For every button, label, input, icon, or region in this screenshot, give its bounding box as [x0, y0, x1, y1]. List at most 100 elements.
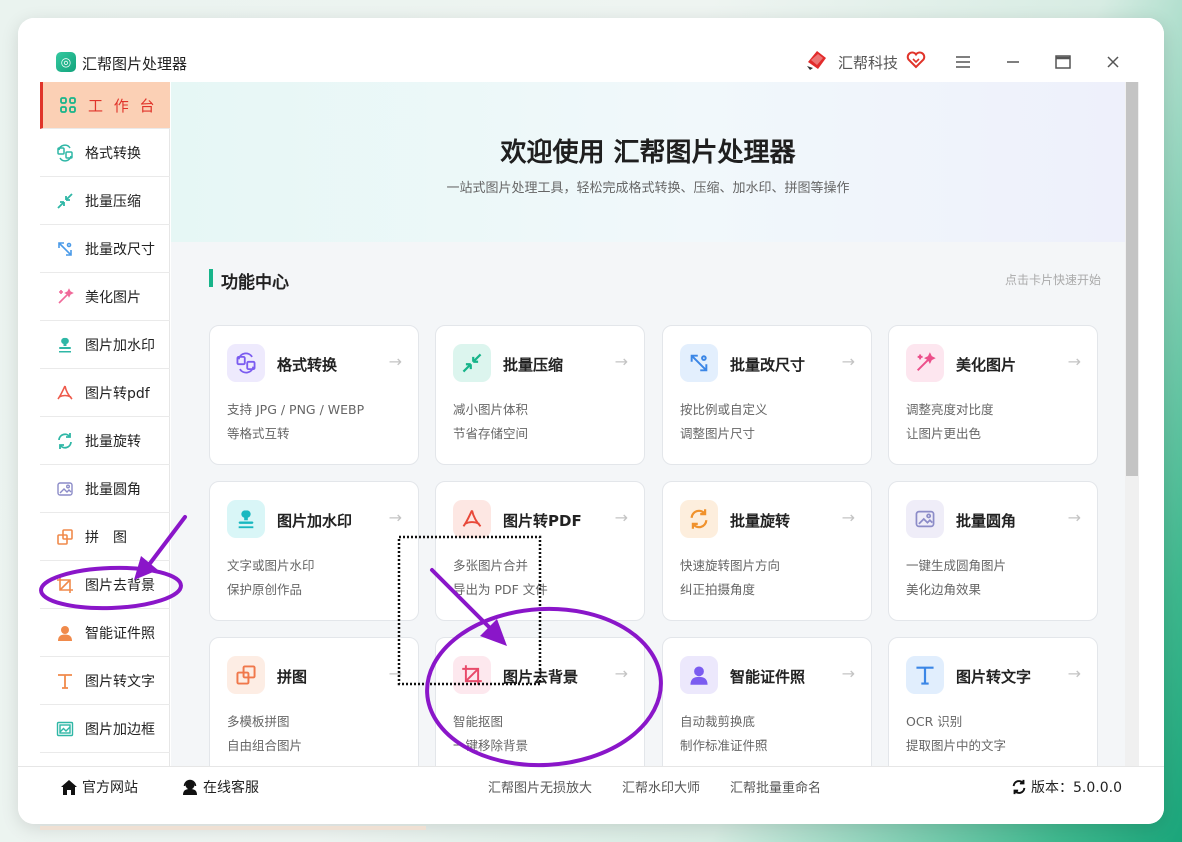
footer-link-watermark-master[interactable]: 汇帮水印大师 [622, 777, 700, 796]
card-to-pdf[interactable]: 图片转PDF → 多张图片合并 导出为 PDF 文件 [435, 481, 645, 621]
sidebar-item-format-convert[interactable]: 格式转换 [40, 130, 170, 177]
app-logo-icon: ◎ [56, 52, 76, 72]
arrow-right-icon: → [388, 352, 402, 371]
sidebar-item-label: 拼 图 [85, 530, 127, 546]
card-desc: 自动裁剪换底 [680, 714, 756, 729]
sidebar-item-label: 图片加水印 [85, 338, 155, 354]
card-compress[interactable]: 批量压缩 → 减小图片体积 节省存储空间 [435, 325, 645, 465]
card-desc: 自由组合图片 [227, 738, 303, 753]
maximize-icon[interactable] [1051, 50, 1075, 74]
card-desc: 支持 JPG / PNG / WEBP [227, 402, 365, 417]
sidebar-item-label: 图片转pdf [85, 386, 150, 402]
format-convert-icon [227, 344, 265, 382]
card-id-photo[interactable]: 智能证件照 → 自动裁剪换底 制作标准证件照 [662, 637, 872, 766]
card-puzzle[interactable]: 拼图 → 多模板拼图 自由组合图片 [209, 637, 419, 766]
arrow-right-icon: → [614, 352, 628, 371]
close-icon[interactable] [1101, 50, 1125, 74]
crop-icon [453, 656, 491, 694]
round-corner-icon [906, 500, 944, 538]
sidebar-item-label: 美化图片 [85, 290, 141, 306]
main-content: 欢迎使用 汇帮图片处理器 一站式图片处理工具，轻松完成格式转换、压缩、加水印、拼… [171, 82, 1125, 766]
border-icon [56, 721, 74, 737]
sidebar-item-label: 工 作 台 [88, 96, 158, 115]
app-title: 汇帮图片处理器 [82, 55, 188, 73]
brand-logo-icon [807, 51, 826, 70]
card-title: 图片转PDF [503, 512, 582, 530]
sidebar-item-id-photo[interactable]: 智能证件照 [40, 610, 170, 657]
app-window: ◎ 汇帮图片处理器 汇帮科技 工 作 台 格式转换 批量压缩 批量改尺寸 美化图… [18, 18, 1164, 824]
person-icon [58, 626, 72, 641]
sidebar-item-round-corner[interactable]: 批量圆角 [40, 466, 170, 513]
footer-bar: 官方网站 在线客服 汇帮图片无损放大 汇帮水印大师 汇帮批量重命名 版本：5.0… [18, 766, 1164, 824]
card-desc: OCR 识别 [906, 714, 963, 729]
card-desc: 多模板拼图 [227, 714, 290, 729]
card-format-convert[interactable]: 格式转换 → 支持 JPG / PNG / WEBP 等格式互转 [209, 325, 419, 465]
footer-link-upscale[interactable]: 汇帮图片无损放大 [488, 777, 592, 796]
card-title: 拼图 [277, 668, 308, 686]
vip-heart-icon[interactable] [906, 50, 926, 70]
sidebar-item-resize[interactable]: 批量改尺寸 [40, 226, 170, 273]
sidebar-item-watermark[interactable]: 图片加水印 [40, 322, 170, 369]
compress-icon [57, 193, 73, 209]
sidebar-item-compress[interactable]: 批量压缩 [40, 178, 170, 225]
arrow-right-icon: → [1067, 664, 1081, 683]
footer-link-batch-rename[interactable]: 汇帮批量重命名 [730, 777, 821, 796]
card-desc: 提取图片中的文字 [906, 738, 1007, 753]
arrow-right-icon: → [614, 508, 628, 527]
sidebar-item-beautify[interactable]: 美化图片 [40, 274, 170, 321]
sidebar-item-label: 图片转文字 [85, 674, 155, 690]
card-desc: 快速旋转图片方向 [680, 558, 781, 573]
card-title: 批量旋转 [730, 512, 791, 530]
card-rotate[interactable]: 批量旋转 → 快速旋转图片方向 纠正拍摄角度 [662, 481, 872, 621]
compress-icon [453, 344, 491, 382]
sidebar-item-to-pdf[interactable]: 图片转pdf [40, 370, 170, 417]
card-desc: 导出为 PDF 文件 [453, 582, 548, 597]
card-remove-bg[interactable]: 图片去背景 → 智能抠图 一键移除背景 [435, 637, 645, 766]
card-title: 美化图片 [956, 356, 1017, 374]
minimize-icon[interactable] [1001, 50, 1025, 74]
version-info[interactable]: 版本：5.0.0.0 [1011, 777, 1122, 797]
sidebar-item-label: 格式转换 [85, 146, 141, 162]
home-icon [61, 779, 77, 795]
sidebar-item-puzzle[interactable]: 拼 图 [40, 514, 170, 561]
scrollbar-thumb[interactable] [1126, 82, 1138, 476]
arrow-right-icon: → [388, 508, 402, 527]
card-desc: 保护原创作品 [227, 582, 303, 597]
card-beautify[interactable]: 美化图片 → 调整亮度对比度 让图片更出色 [888, 325, 1098, 465]
card-round-corner[interactable]: 批量圆角 → 一键生成圆角图片 美化边角效果 [888, 481, 1098, 621]
arrow-right-icon: → [841, 508, 855, 527]
sidebar-item-ocr[interactable]: 图片转文字 [40, 658, 170, 705]
official-website-link[interactable]: 官方网站 [60, 777, 138, 797]
sidebar-item-rotate[interactable]: 批量旋转 [40, 418, 170, 465]
card-desc: 美化边角效果 [906, 582, 982, 597]
sidebar-item-workbench[interactable]: 工 作 台 [40, 82, 170, 129]
main-scrollbar[interactable] [1125, 82, 1139, 766]
online-support-link[interactable]: 在线客服 [181, 777, 259, 797]
card-desc: 让图片更出色 [906, 426, 982, 441]
menu-icon[interactable] [951, 50, 975, 74]
sidebar: 工 作 台 格式转换 批量压缩 批量改尺寸 美化图片 图片加水印 图片转pdf [40, 82, 170, 766]
sidebar-item-remove-bg[interactable]: 图片去背景 [40, 562, 170, 609]
card-desc: 按比例或自定义 [680, 402, 768, 417]
card-desc: 纠正拍摄角度 [680, 582, 756, 597]
card-title: 图片去背景 [503, 668, 579, 686]
taskbar-strip [40, 826, 426, 830]
arrow-right-icon: → [614, 664, 628, 683]
refresh-icon [1012, 779, 1026, 795]
puzzle-icon [57, 529, 73, 545]
card-desc: 一键移除背景 [453, 738, 529, 753]
sidebar-item-border[interactable]: 图片加边框 [40, 706, 170, 753]
puzzle-icon [227, 656, 265, 694]
card-ocr[interactable]: 图片转文字 → OCR 识别 提取图片中的文字 [888, 637, 1098, 766]
card-desc: 减小图片体积 [453, 402, 529, 417]
version-label: 版本：5.0.0.0 [1031, 780, 1122, 796]
card-resize[interactable]: 批量改尺寸 → 按比例或自定义 调整图片尺寸 [662, 325, 872, 465]
card-watermark[interactable]: 图片加水印 → 文字或图片水印 保护原创作品 [209, 481, 419, 621]
arrow-right-icon: → [841, 664, 855, 683]
arrow-right-icon: → [841, 352, 855, 371]
text-icon [906, 656, 944, 694]
sidebar-item-label: 批量改尺寸 [85, 242, 155, 258]
watermark-icon [227, 500, 265, 538]
sidebar-item-label: 批量圆角 [85, 482, 141, 498]
customer-service-icon [183, 779, 197, 795]
